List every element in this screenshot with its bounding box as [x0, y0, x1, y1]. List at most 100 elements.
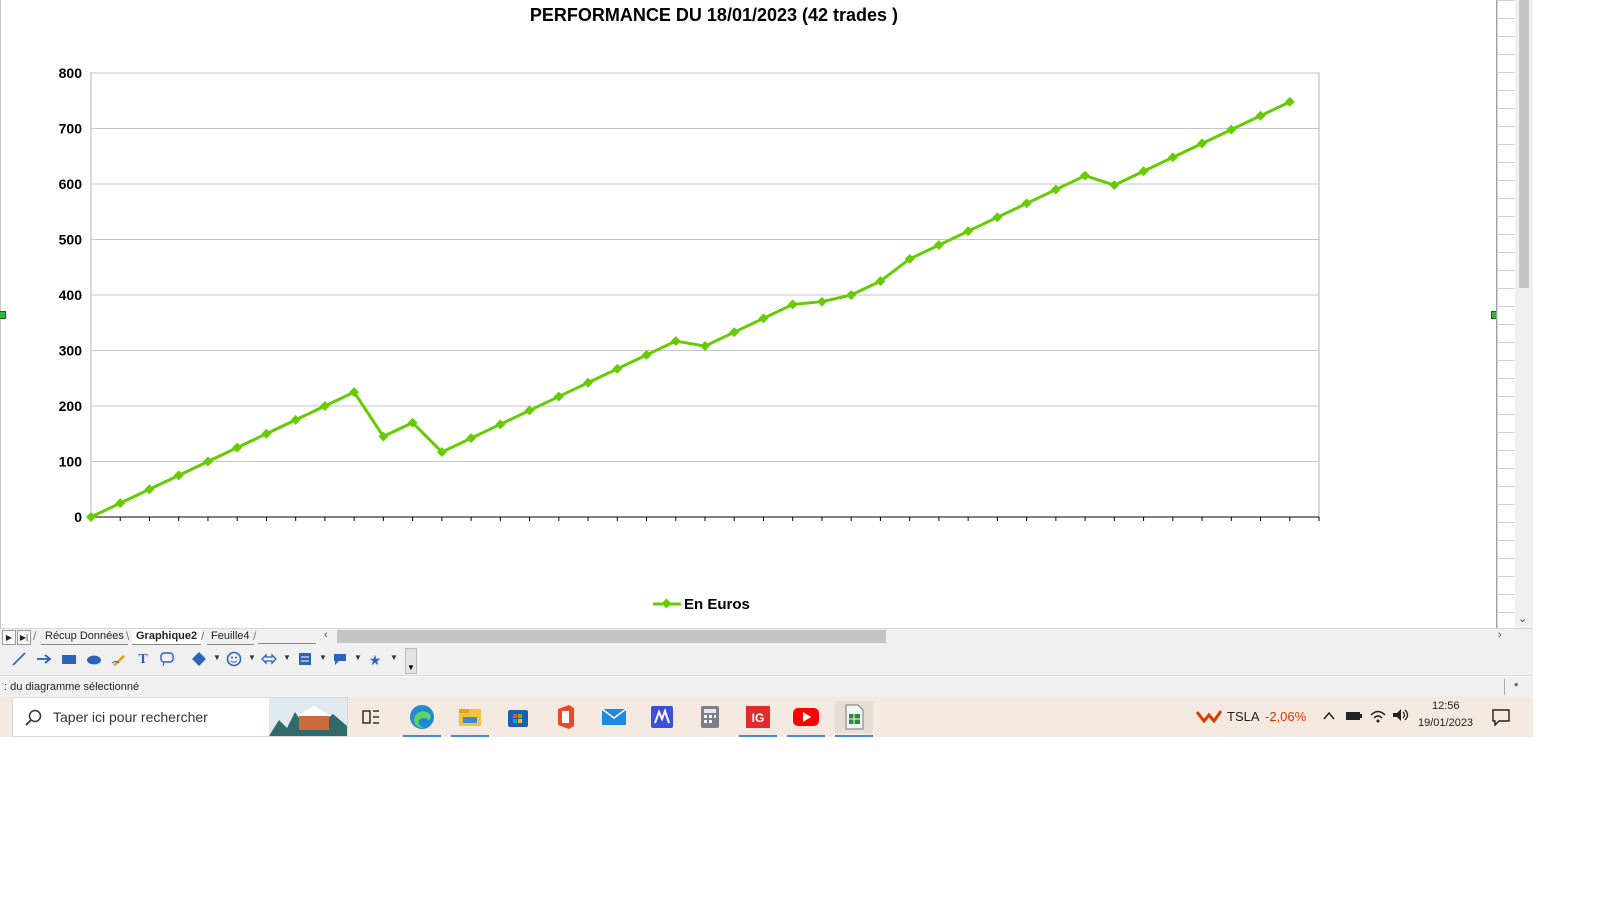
chart-canvas[interactable]: PERFORMANCE DU 18/01/2023 (42 trades ) 0…	[0, 0, 1499, 628]
data-point-marker	[203, 456, 213, 467]
taskbar-search-box[interactable]: Taper ici pour rechercher	[12, 697, 348, 737]
calculator-icon[interactable]	[691, 701, 729, 733]
next-sheet-button[interactable]: ▶	[2, 630, 16, 645]
ellipse-tool-icon[interactable]	[85, 651, 103, 669]
tab-graphique2[interactable]: Graphique2	[132, 629, 202, 645]
toolbar-overflow-icon[interactable]: ▼	[405, 648, 417, 674]
y-tick-label: 400	[59, 287, 83, 303]
search-icon	[25, 709, 42, 726]
flowchart-dropdown-icon[interactable]: ▼	[319, 653, 327, 662]
basic-shapes-dropdown-icon[interactable]: ▼	[213, 653, 221, 662]
data-point-marker	[787, 299, 798, 310]
data-point-marker	[553, 391, 564, 402]
libreoffice-calc-icon[interactable]	[835, 701, 873, 737]
data-point-marker	[1167, 152, 1178, 163]
rectangle-tool-icon[interactable]	[60, 651, 78, 669]
data-point-marker	[524, 405, 535, 416]
data-point-marker	[115, 498, 126, 509]
data-point-marker	[1109, 180, 1120, 191]
data-point-marker	[641, 349, 652, 360]
running-indicator	[451, 735, 489, 737]
vertical-scrollbar[interactable]: ⌄	[1515, 0, 1533, 628]
scroll-left-arrow-icon[interactable]: ‹	[324, 629, 328, 641]
clock-date[interactable]: 19/01/2023	[1418, 717, 1473, 729]
vertical-scroll-thumb[interactable]	[1519, 0, 1529, 288]
data-point-marker	[495, 419, 506, 430]
stars-dropdown-icon[interactable]: ▼	[390, 653, 398, 662]
block-arrows-dropdown-icon[interactable]: ▼	[283, 653, 291, 662]
text-tool-icon[interactable]: T	[134, 651, 152, 669]
y-tick-label: 100	[59, 454, 83, 470]
callouts-dropdown-icon[interactable]: ▼	[354, 653, 362, 662]
stock-change[interactable]: -2,06%	[1265, 709, 1306, 724]
data-point-marker	[583, 377, 593, 388]
data-point-marker	[1226, 124, 1237, 135]
horizontal-scroll-thumb[interactable]	[337, 630, 886, 643]
data-point-marker	[758, 313, 769, 324]
symbol-shapes-dropdown-icon[interactable]: ▼	[248, 653, 256, 662]
edge-browser-icon[interactable]	[403, 701, 441, 737]
trading-app-icon[interactable]	[643, 701, 681, 733]
y-tick-label: 800	[59, 65, 83, 81]
block-arrows-icon[interactable]	[260, 651, 278, 669]
data-point-marker	[144, 484, 155, 495]
y-tick-label: 0	[74, 509, 82, 525]
data-point-marker	[1197, 138, 1207, 149]
wifi-icon[interactable]	[1369, 707, 1387, 728]
search-placeholder: Taper ici pour rechercher	[53, 709, 208, 725]
tesla-stock-widget-icon[interactable]	[1195, 709, 1223, 730]
line-chart: PERFORMANCE DU 18/01/2023 (42 trades ) 0…	[59, 5, 1320, 613]
chart-legend: En Euros	[653, 596, 750, 613]
data-point-marker	[86, 512, 96, 522]
basic-shapes-icon[interactable]	[190, 651, 208, 669]
ig-trading-icon[interactable]: IG	[739, 701, 777, 737]
data-point-marker	[173, 470, 184, 481]
tab-feuille4[interactable]: Feuille4	[207, 629, 254, 645]
selection-handle-left[interactable]	[0, 311, 6, 319]
battery-icon[interactable]	[1345, 709, 1363, 728]
file-explorer-icon[interactable]	[451, 701, 489, 737]
callouts-icon[interactable]	[331, 651, 349, 669]
clock-time[interactable]: 12:56	[1432, 700, 1460, 712]
symbol-shapes-icon[interactable]	[225, 651, 243, 669]
data-point-marker	[1138, 166, 1149, 177]
drawing-toolbar: T ▼ ▼ ▼ ▼ ▼ ★ ▼ ▼	[0, 645, 1533, 676]
data-point-marker	[700, 341, 710, 352]
legend-label: En Euros	[684, 596, 750, 613]
arrow-tool-icon[interactable]	[35, 651, 53, 669]
data-point-marker	[963, 226, 974, 237]
show-hidden-icons-icon[interactable]	[1322, 709, 1336, 728]
flowchart-icon[interactable]	[296, 651, 314, 669]
stock-ticker[interactable]: TSLA	[1227, 709, 1260, 724]
data-point-marker	[319, 401, 330, 411]
status-message: : du diagramme sélectionné	[4, 681, 140, 693]
search-highlight-image	[269, 698, 347, 736]
freeform-tool-icon[interactable]	[110, 651, 128, 669]
data-point-marker	[846, 290, 857, 300]
data-point-marker	[933, 240, 944, 250]
youtube-icon[interactable]	[787, 701, 825, 737]
y-tick-label: 300	[59, 343, 83, 359]
mail-icon[interactable]	[595, 701, 633, 733]
running-indicator	[403, 735, 441, 737]
data-point-marker	[1050, 184, 1061, 195]
tab-recup-donnees[interactable]: Récup Données	[41, 629, 128, 645]
chart-title: PERFORMANCE DU 18/01/2023 (42 trades )	[530, 5, 898, 25]
office-icon[interactable]	[547, 701, 585, 733]
series-line-en-euros	[90, 100, 1291, 519]
y-tick-label: 200	[59, 398, 83, 414]
windows-taskbar: Taper ici pour rechercher IG TSLA -2,06%…	[0, 697, 1533, 737]
scroll-down-arrow-icon[interactable]: ⌄	[1518, 612, 1527, 625]
stars-icon[interactable]: ★	[366, 651, 384, 669]
scroll-right-arrow-icon[interactable]: ›	[1498, 629, 1502, 641]
task-view-icon[interactable]	[352, 701, 390, 733]
notifications-icon[interactable]	[1491, 707, 1511, 732]
last-sheet-button[interactable]: ▶|	[17, 630, 31, 645]
callout-text-icon[interactable]	[158, 651, 176, 669]
data-point-marker	[670, 336, 681, 347]
data-point-marker	[1080, 170, 1091, 181]
microsoft-store-icon[interactable]	[499, 701, 537, 733]
volume-icon[interactable]	[1392, 707, 1410, 728]
spreadsheet-grid-strip	[1496, 0, 1515, 628]
line-tool-icon[interactable]	[10, 651, 28, 669]
